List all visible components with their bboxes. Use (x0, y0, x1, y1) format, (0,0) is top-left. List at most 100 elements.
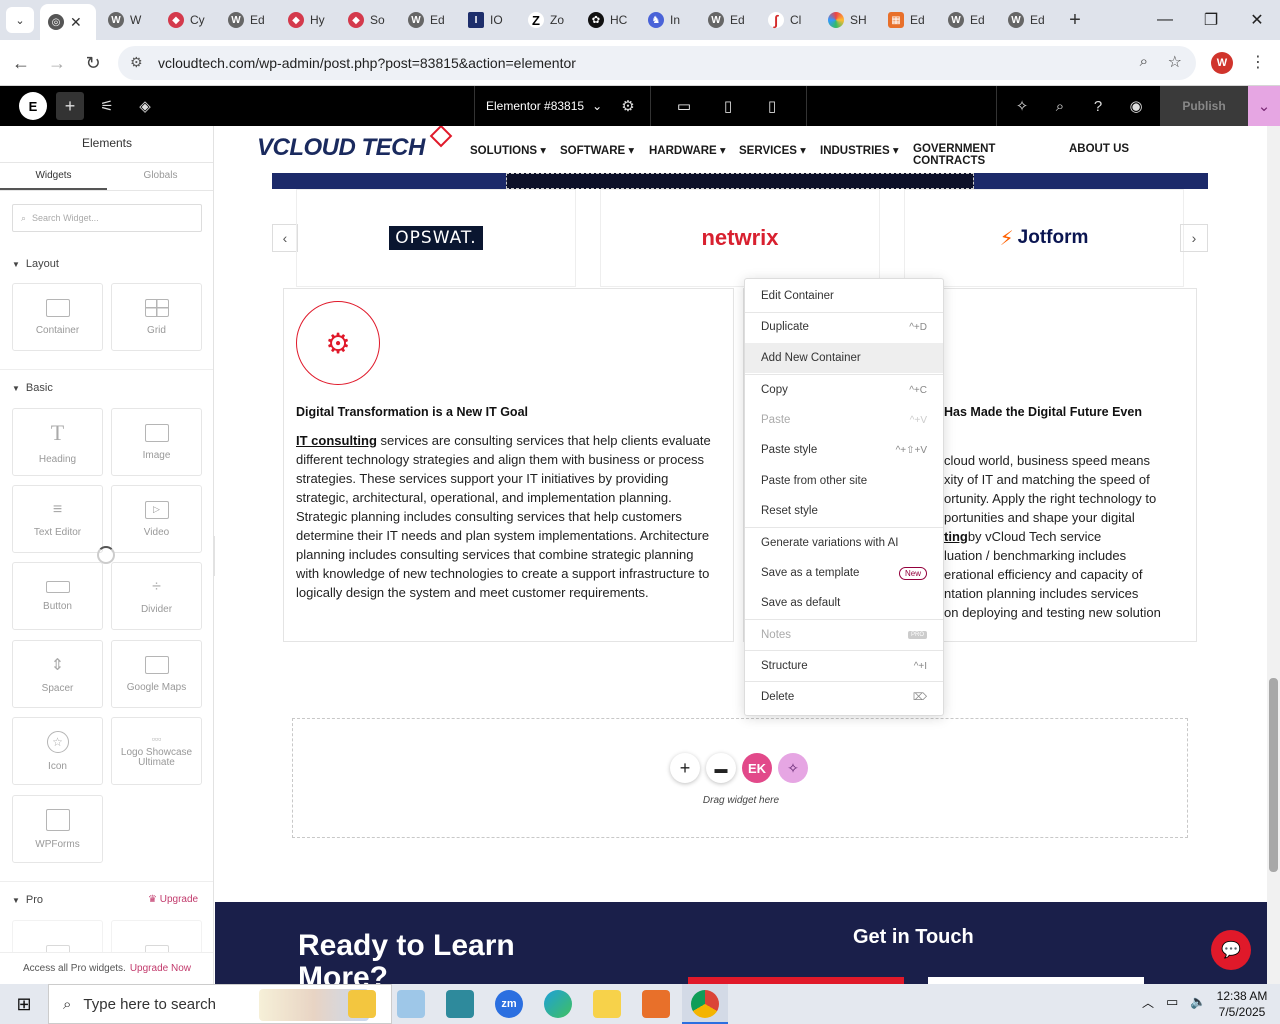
site-info-icon[interactable]: ⚙ (130, 54, 143, 71)
tab-item[interactable]: ◆ So (340, 6, 396, 34)
widget-image[interactable]: Image (111, 408, 202, 476)
taskbar-search-box[interactable]: ⌕ Type here to search (48, 984, 392, 1024)
menu-generate-variations-ai[interactable]: Generate variations with AI (745, 528, 943, 558)
tray-chevron-icon[interactable]: ︿ (1142, 994, 1154, 1011)
elementor-logo-icon[interactable]: E (18, 86, 48, 126)
search-icon[interactable]: ⌕ (1046, 86, 1074, 126)
consulting-link[interactable]: ting (944, 529, 968, 544)
document-title-dropdown[interactable]: Elementor #83815 ⌄ (486, 86, 606, 126)
tab-widgets[interactable]: Widgets (0, 170, 107, 181)
menu-copy[interactable]: Copy ^+C (745, 375, 943, 405)
menu-save-as-default[interactable]: Save as default (745, 588, 943, 618)
back-button[interactable]: ← (6, 48, 36, 78)
tablet-view-icon[interactable]: ▯ (714, 86, 742, 126)
site-logo[interactable]: VCLOUD TECH (257, 134, 425, 162)
widget-search-input[interactable]: ⌕ Search Widget... (12, 204, 202, 232)
menu-kebab-icon[interactable]: ⋮ (1250, 52, 1266, 72)
file-explorer-icon[interactable] (348, 990, 376, 1018)
carousel-next-button[interactable]: › (1180, 224, 1208, 252)
add-section-button[interactable]: + (670, 753, 700, 783)
tab-item[interactable]: W Ed (220, 6, 276, 34)
taskbar-clock[interactable]: 12:38 AM 7/5/2025 (1212, 988, 1272, 1020)
tab-elementor[interactable]: ◎ ✕ (40, 4, 96, 40)
widget-icon[interactable]: ☆ Icon (12, 717, 103, 785)
reload-button[interactable]: ↻ (78, 48, 108, 78)
elementskit-icon[interactable]: EK (742, 753, 772, 783)
profile-avatar[interactable]: W (1211, 52, 1233, 74)
menu-delete[interactable]: Delete ⌦ (745, 682, 943, 712)
network-icon[interactable]: ▭ (1166, 994, 1178, 1010)
section-pro-header[interactable]: ▼ Pro (12, 894, 43, 906)
upgrade-link[interactable]: ♛ Upgrade (148, 894, 198, 905)
tab-item[interactable]: I IO (460, 6, 516, 34)
tab-item[interactable]: SH (820, 6, 876, 34)
forward-button[interactable]: → (42, 48, 72, 78)
widget-grid[interactable]: Grid (111, 283, 202, 351)
menu-paste-style[interactable]: Paste style ^+⇧+V (745, 435, 943, 465)
nav-services[interactable]: SERVICES ▾ (739, 143, 820, 167)
nav-about-us[interactable]: ABOUT US (1069, 143, 1129, 167)
widget-divider[interactable]: ÷ Divider (111, 562, 202, 630)
canvas-scrollbar[interactable] (1267, 126, 1280, 984)
tab-item[interactable]: ▦ Ed (880, 6, 936, 34)
close-window-button[interactable]: ✕ (1234, 0, 1280, 40)
tab-item[interactable]: W Ed (700, 6, 756, 34)
tab-item[interactable]: W Ed (1000, 6, 1056, 34)
widget-video[interactable]: ▷ Video (111, 485, 202, 553)
publish-button[interactable]: Publish (1160, 86, 1248, 126)
tab-item[interactable]: Z Zo (520, 6, 576, 34)
tab-item[interactable]: W Ed (940, 6, 996, 34)
sticky-notes-icon[interactable] (593, 990, 621, 1018)
mobile-view-icon[interactable]: ▯ (758, 86, 786, 126)
widget-button[interactable]: Button (12, 562, 103, 630)
widget-text-editor[interactable]: ≡ Text Editor (12, 485, 103, 553)
tab-item[interactable]: ∫ Cl (760, 6, 816, 34)
footer-input[interactable] (928, 977, 1144, 984)
xampp-icon[interactable] (642, 990, 670, 1018)
settings-sliders-icon[interactable]: ⚟ (92, 86, 122, 126)
menu-edit-container[interactable]: Edit Container (745, 281, 943, 311)
chat-bubble-icon[interactable]: 💬 (1211, 930, 1251, 970)
volume-icon[interactable]: 🔈 (1190, 994, 1206, 1010)
carousel-prev-button[interactable]: ‹ (272, 224, 298, 252)
app-icon[interactable] (397, 990, 425, 1018)
add-element-button[interactable]: + (56, 92, 84, 120)
tab-item[interactable]: ♞ In (640, 6, 696, 34)
page-settings-gear-icon[interactable]: ⚙ (614, 86, 642, 126)
publish-options-chevron-icon[interactable]: ⌄ (1248, 86, 1280, 126)
tab-item[interactable]: W Ed (400, 6, 456, 34)
tab-item[interactable]: ◆ Cy (160, 6, 216, 34)
menu-save-as-template[interactable]: Save as a template New (745, 558, 943, 588)
widget-google-maps[interactable]: Google Maps (111, 640, 202, 708)
section-basic-header[interactable]: ▼ Basic (12, 382, 53, 394)
menu-duplicate[interactable]: Duplicate ^+D (745, 312, 943, 342)
app-icon[interactable] (446, 990, 474, 1018)
add-template-folder-icon[interactable]: ▬ (706, 753, 736, 783)
nav-hardware[interactable]: HARDWARE ▾ (649, 143, 739, 167)
menu-notes[interactable]: Notes PRO (745, 620, 943, 650)
nav-government-contracts[interactable]: GOVERNMENT CONTRACTS (913, 143, 1069, 167)
tab-item[interactable]: ◆ Hy (280, 6, 336, 34)
upgrade-now-link[interactable]: Upgrade Now (130, 963, 191, 974)
widget-heading[interactable]: T Heading (12, 408, 103, 476)
section-layout-header[interactable]: ▼ Layout (12, 258, 59, 270)
notifications-icon[interactable]: ✧ (1008, 86, 1036, 126)
it-consulting-link[interactable]: IT consulting (296, 433, 377, 448)
taskbar-chrome-active[interactable] (682, 984, 728, 1024)
tab-globals[interactable]: Globals (107, 170, 213, 181)
minimize-button[interactable]: — (1142, 0, 1188, 40)
tab-close-icon[interactable]: ✕ (70, 14, 82, 31)
menu-structure[interactable]: Structure ^+I (745, 651, 943, 681)
zoom-icon[interactable]: ⌕ (1140, 53, 1148, 70)
nav-industries[interactable]: INDUSTRIES ▾ (820, 143, 913, 167)
edge-browser-icon[interactable] (544, 990, 572, 1018)
preview-eye-icon[interactable]: ◉ (1122, 86, 1150, 126)
help-icon[interactable]: ? (1084, 86, 1112, 126)
drop-zone[interactable]: + ▬ EK ✧ Drag widget here (292, 718, 1188, 838)
widget-wpforms[interactable]: WPForms (12, 795, 103, 863)
restore-button[interactable]: ❐ (1188, 0, 1234, 40)
menu-paste-from-other-site[interactable]: Paste from other site (745, 466, 943, 496)
tab-item[interactable]: ✿ HC (580, 6, 636, 34)
menu-add-new-container[interactable]: Add New Container (745, 343, 943, 373)
new-tab-button[interactable]: + (1062, 8, 1088, 32)
